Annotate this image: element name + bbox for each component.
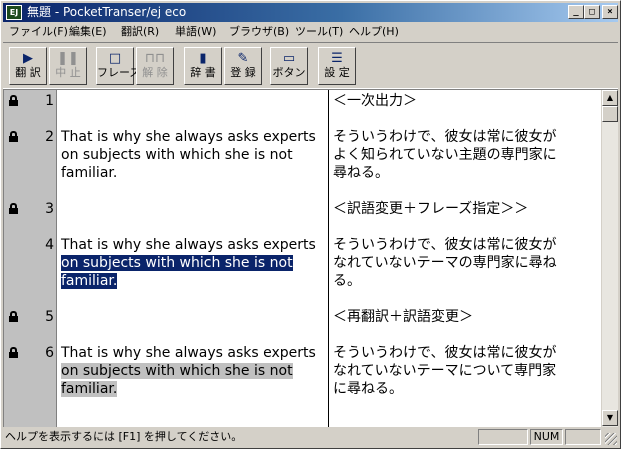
- target-line: 尋ねる。: [333, 165, 389, 181]
- source-text[interactable]: That is why she always asks experts on s…: [61, 344, 327, 398]
- target-line: なれていないテーマの専門家に尋ね: [333, 255, 557, 271]
- translate-label: 翻 訳: [15, 66, 41, 79]
- stop-button[interactable]: ❚❚ 中 止: [49, 47, 87, 85]
- status-help-text: ヘルプを表示するには [F1] を押してください。: [5, 430, 243, 443]
- line-number: 4: [45, 237, 54, 253]
- menu-file[interactable]: ファイル(F): [9, 25, 68, 39]
- source-line: That is why she always asks experts: [61, 129, 316, 145]
- target-line: ＜訳語変更＋フレーズ指定＞＞: [333, 201, 529, 217]
- source-text[interactable]: That is why she always asks experts on s…: [61, 128, 327, 182]
- translation-editor[interactable]: 1 2 3 4 5 6 That is why she always asks …: [3, 89, 618, 427]
- source-line: on subjects with which she is not: [61, 147, 293, 163]
- target-text[interactable]: ＜一次出力＞: [333, 92, 595, 110]
- source-line: That is why she always asks experts: [61, 237, 316, 253]
- lock-icon[interactable]: [9, 347, 18, 358]
- target-line: そういうわけで、彼女は常に彼女が: [333, 345, 557, 361]
- highlighted-phrase[interactable]: familiar.: [61, 381, 118, 397]
- settings-icon: ☰: [331, 51, 343, 66]
- register-button[interactable]: ✎ 登 録: [224, 47, 262, 85]
- minimize-button[interactable]: _: [568, 5, 584, 19]
- lock-icon[interactable]: [9, 311, 18, 322]
- menu-browser[interactable]: ブラウザ(B): [229, 25, 289, 39]
- target-pane[interactable]: ＜一次出力＞ そういうわけで、彼女は常に彼女が よく知られていない主題の専門家に…: [330, 90, 598, 427]
- source-line: familiar.: [61, 380, 327, 398]
- app-window: EJ 無題 - PocketTranser/ej eco _ □ × ファイル(…: [0, 0, 621, 449]
- button-button[interactable]: ▭ ボタン: [270, 47, 308, 85]
- status-bar: ヘルプを表示するには [F1] を押してください。 NUM: [3, 428, 618, 446]
- stop-label: 中 止: [55, 66, 81, 79]
- settings-button[interactable]: ☰ 設 定: [318, 47, 356, 85]
- window-title: 無題 - PocketTranser/ej eco: [27, 5, 187, 19]
- edit-icon: ✎: [237, 51, 249, 66]
- scroll-thumb[interactable]: [602, 106, 618, 122]
- highlighted-phrase[interactable]: on subjects with which she is not: [61, 363, 293, 379]
- line-gutter: 1 2 3 4 5 6: [4, 90, 57, 427]
- line-number: 2: [45, 129, 54, 145]
- scroll-up-button[interactable]: ▲: [602, 90, 618, 106]
- title-bar[interactable]: EJ 無題 - PocketTranser/ej eco _ □ ×: [3, 3, 618, 22]
- target-text[interactable]: そういうわけで、彼女は常に彼女が よく知られていない主題の専門家に 尋ねる。: [333, 128, 595, 182]
- line-number: 1: [45, 93, 54, 109]
- source-line: familiar.: [61, 165, 118, 181]
- menu-help[interactable]: ヘルプ(H): [349, 25, 399, 39]
- line-number: 3: [45, 201, 54, 217]
- phrase-label: フレーズ: [97, 66, 141, 79]
- resize-grip[interactable]: [605, 433, 617, 445]
- maximize-button[interactable]: □: [584, 5, 600, 19]
- status-panel: [565, 429, 601, 445]
- release-icon: ⊓⊓: [144, 51, 166, 66]
- lock-icon[interactable]: [9, 203, 18, 214]
- menu-tools[interactable]: ツール(T): [295, 25, 343, 39]
- target-line: そういうわけで、彼女は常に彼女が: [333, 237, 557, 253]
- selected-phrase[interactable]: on subjects with which she is not: [61, 255, 293, 271]
- target-line: に尋ねる。: [333, 381, 403, 397]
- pause-icon: ❚❚: [57, 51, 79, 66]
- target-line: よく知られていない主題の専門家に: [333, 147, 557, 163]
- settings-label: 設 定: [324, 66, 350, 79]
- button-label: ボタン: [272, 66, 306, 79]
- source-line: on subjects with which she is not: [61, 254, 327, 272]
- release-button[interactable]: ⊓⊓ 解 除: [136, 47, 174, 85]
- dictionary-label: 辞 書: [190, 66, 216, 79]
- phrase-icon: □: [108, 51, 122, 66]
- app-icon[interactable]: EJ: [6, 5, 22, 20]
- window-icon: ▭: [282, 51, 296, 66]
- target-line: ＜一次出力＞: [333, 93, 417, 109]
- num-indicator: NUM: [530, 429, 563, 445]
- play-icon: ▶: [23, 51, 33, 66]
- register-label: 登 録: [230, 66, 256, 79]
- target-line: なれていないテーマについて専門家: [333, 363, 557, 379]
- source-pane[interactable]: That is why she always asks experts on s…: [58, 90, 329, 427]
- source-line: That is why she always asks experts: [61, 345, 316, 361]
- translate-button[interactable]: ▶ 翻 訳: [9, 47, 47, 85]
- book-icon: ▮: [199, 51, 207, 66]
- target-text[interactable]: そういうわけで、彼女は常に彼女が なれていないテーマについて専門家 に尋ねる。: [333, 344, 595, 398]
- target-text[interactable]: ＜訳語変更＋フレーズ指定＞＞: [333, 200, 595, 218]
- menu-word[interactable]: 単語(W): [175, 25, 216, 39]
- menu-translate[interactable]: 翻訳(R): [121, 25, 159, 39]
- lock-icon[interactable]: [9, 95, 18, 106]
- line-number: 6: [45, 345, 54, 361]
- target-text[interactable]: ＜再翻訳＋訳語変更＞: [333, 308, 595, 326]
- lock-icon[interactable]: [9, 131, 18, 142]
- menu-bar: ファイル(F) 編集(E) 翻訳(R) 単語(W) ブラウザ(B) ツール(T)…: [3, 23, 618, 41]
- source-line: familiar.: [61, 272, 327, 290]
- dictionary-button[interactable]: ▮ 辞 書: [184, 47, 222, 85]
- scroll-down-button[interactable]: ▼: [602, 410, 618, 426]
- status-panel: [478, 429, 528, 445]
- release-label: 解 除: [142, 66, 168, 79]
- target-line: ＜再翻訳＋訳語変更＞: [333, 309, 473, 325]
- target-line: る。: [333, 273, 361, 289]
- vertical-scrollbar[interactable]: ▲ ▼: [601, 90, 618, 427]
- selected-phrase[interactable]: familiar.: [61, 273, 118, 289]
- toolbar: ▶ 翻 訳 ❚❚ 中 止 □ フレーズ ⊓⊓ 解 除 ▮ 辞 書 ✎ 登 録 ▭…: [3, 42, 618, 89]
- menu-edit[interactable]: 編集(E): [69, 25, 107, 39]
- line-number: 5: [45, 309, 54, 325]
- close-button[interactable]: ×: [602, 5, 618, 19]
- source-line: on subjects with which she is not: [61, 362, 327, 380]
- phrase-button[interactable]: □ フレーズ: [96, 47, 141, 85]
- target-line: そういうわけで、彼女は常に彼女が: [333, 129, 557, 145]
- target-text[interactable]: そういうわけで、彼女は常に彼女が なれていないテーマの専門家に尋ね る。: [333, 236, 595, 290]
- source-text[interactable]: That is why she always asks experts on s…: [61, 236, 327, 290]
